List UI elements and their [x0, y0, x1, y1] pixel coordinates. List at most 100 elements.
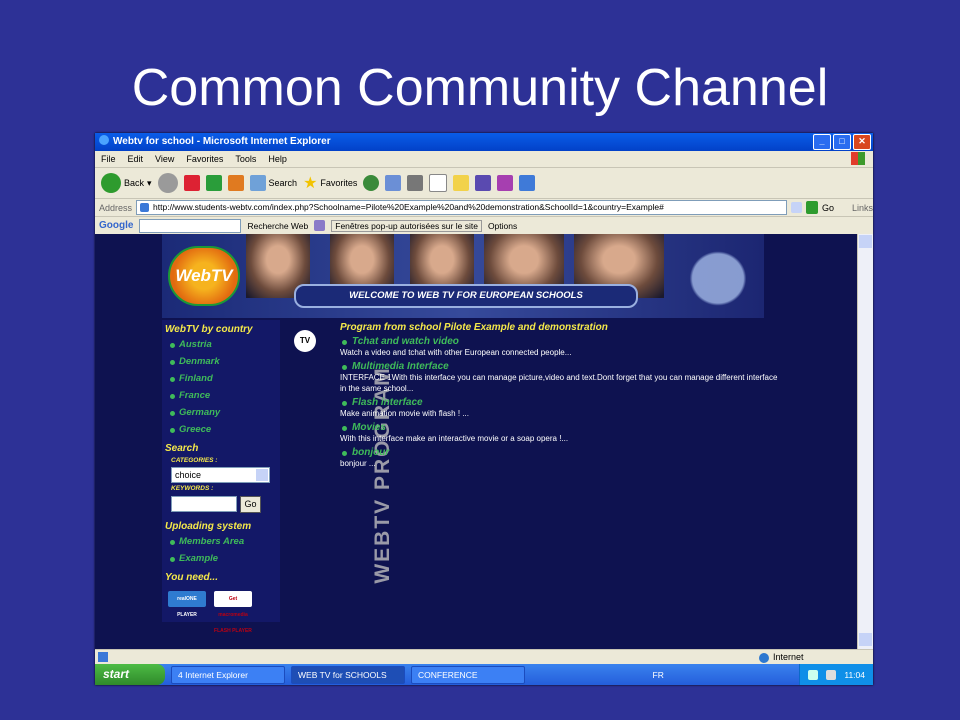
scroll-down-icon[interactable] [859, 633, 872, 646]
links-button[interactable]: Links [852, 203, 873, 213]
menu-tools[interactable]: Tools [235, 151, 256, 167]
keywords-input[interactable] [171, 496, 237, 512]
site-banner: WebTV WELCOME TO WEB TV FOR EUROPEAN SCH… [162, 234, 764, 318]
toolbar: Back ▾ Search ★ Favorites [95, 168, 873, 199]
program-item-desc: INTERFACE 1With this interface you can m… [340, 373, 778, 393]
sidebar-heading-uploading: Uploading system [165, 521, 252, 532]
menu-edit[interactable]: Edit [128, 151, 144, 167]
google-logo[interactable]: Google [99, 220, 133, 231]
sidebar-item-finland[interactable]: Finland [162, 371, 280, 388]
sidebar-heading-you-need: You need... [165, 572, 218, 583]
status-bar: Internet [95, 649, 873, 665]
sidebar-item-france[interactable]: France [162, 388, 280, 405]
categories-label: CATEGORIES : [171, 457, 218, 464]
go-button[interactable]: Go [822, 203, 834, 213]
menu-bar: File Edit View Favorites Tools Help [95, 151, 873, 168]
messenger-icon[interactable] [497, 175, 514, 191]
program-item-desc: Watch a video and tchat with other Europ… [340, 348, 572, 357]
address-bar: Address http://www.students-webtv.com/in… [95, 199, 873, 217]
address-dropdown-icon[interactable] [791, 202, 802, 213]
back-arrow-icon [101, 173, 121, 193]
sidebar-item-austria[interactable]: Austria [162, 337, 280, 354]
back-button[interactable]: Back ▾ [101, 173, 152, 193]
folder-icon[interactable] [453, 175, 470, 191]
research-icon[interactable] [475, 175, 492, 191]
home-icon[interactable] [227, 175, 244, 191]
popup-blocker-button[interactable]: Fenêtres pop-up autorisées sur le site [331, 219, 482, 232]
scroll-up-icon[interactable] [859, 235, 872, 248]
address-input[interactable]: http://www.students-webtv.com/index.php?… [136, 200, 788, 215]
menu-help[interactable]: Help [268, 151, 287, 167]
address-label: Address [99, 202, 133, 213]
start-button[interactable]: start [95, 664, 165, 685]
sidebar-item-germany[interactable]: Germany [162, 405, 280, 422]
word-edit-icon[interactable] [429, 174, 448, 192]
favorites-label: Favorites [320, 178, 358, 188]
clock[interactable]: 11:04 [844, 670, 865, 680]
taskbar-webtv[interactable]: WEB TV for SCHOOLS [291, 665, 405, 684]
minimize-button[interactable]: _ [813, 134, 831, 150]
vertical-scrollbar[interactable] [857, 234, 873, 649]
search-icon [249, 175, 266, 191]
search-go-button[interactable]: Go [240, 496, 261, 513]
menu-favorites[interactable]: Favorites [186, 151, 223, 167]
go-arrow-icon[interactable] [805, 201, 818, 214]
volume-icon[interactable] [826, 669, 837, 680]
ie-logo-icon [99, 135, 109, 145]
program-content: Program from school Pilote Example and d… [340, 322, 780, 472]
webtv-logo[interactable]: WebTV [168, 246, 240, 306]
internet-zone-icon [759, 653, 769, 663]
europe-map-image [678, 240, 758, 310]
window-titlebar[interactable]: Webtv for school - Microsoft Internet Ex… [95, 133, 873, 151]
forward-arrow-icon[interactable] [157, 173, 178, 193]
flash-player-badge[interactable]: Get macromedia FLASH PLAYER [214, 591, 252, 634]
maximize-button[interactable]: □ [833, 134, 851, 150]
taskbar-conference[interactable]: CONFERENCE [411, 665, 525, 684]
language-indicator[interactable]: FR [653, 670, 664, 680]
sidebar-item-example[interactable]: Example [162, 551, 280, 568]
favorites-button[interactable]: ★ Favorites [303, 173, 357, 193]
system-tray: 11:04 [799, 664, 873, 685]
browser-window: Webtv for school - Microsoft Internet Ex… [95, 133, 873, 685]
page-status-icon [98, 652, 108, 662]
google-search-web-button[interactable]: Recherche Web [247, 221, 308, 231]
stop-icon[interactable] [183, 175, 200, 191]
program-title: Program from school Pilote Example and d… [340, 322, 608, 333]
users-icon[interactable] [519, 175, 536, 191]
windows-taskbar: start 4 Internet Explorer WEB TV for SCH… [95, 664, 873, 685]
search-button[interactable]: Search [249, 175, 298, 191]
chevron-down-icon [256, 469, 268, 481]
program-item-movies[interactable]: Movies [340, 422, 780, 433]
options-button[interactable]: Options [488, 221, 517, 231]
category-select-value: choice [175, 470, 202, 480]
network-icon[interactable] [808, 669, 819, 680]
sidebar-item-greece[interactable]: Greece [162, 422, 280, 439]
windows-flag-icon [851, 152, 865, 165]
welcome-banner-text: WELCOME TO WEB TV FOR EUROPEAN SCHOOLS [294, 284, 638, 308]
keywords-label: KEYWORDS : [171, 485, 214, 492]
page-info-icon[interactable] [314, 220, 326, 231]
status-zone: Internet [773, 652, 804, 662]
close-button[interactable]: ✕ [853, 134, 871, 150]
page-viewport: WebTV WELCOME TO WEB TV FOR EUROPEAN SCH… [95, 234, 858, 649]
google-search-input[interactable] [139, 218, 242, 233]
category-select[interactable]: choice [171, 467, 270, 483]
mail-icon[interactable] [385, 175, 402, 191]
program-item-bonjour[interactable]: bonjour [340, 447, 780, 458]
sidebar-item-denmark[interactable]: Denmark [162, 354, 280, 371]
taskbar-ie-group[interactable]: 4 Internet Explorer [171, 665, 285, 684]
sidebar-item-members-area[interactable]: Members Area [162, 534, 280, 551]
history-icon[interactable] [363, 175, 380, 191]
program-item-tchat[interactable]: Tchat and watch video [340, 336, 780, 347]
print-icon[interactable] [407, 175, 424, 191]
refresh-icon[interactable] [205, 175, 222, 191]
program-item-flash[interactable]: Flash interface [340, 397, 780, 408]
slide-title: Common Community Channel [131, 59, 829, 117]
menu-view[interactable]: View [155, 151, 174, 167]
realone-player-badge[interactable]: realONE PLAYER [168, 591, 206, 618]
site-sidebar: WebTV by country Austria Denmark Finland… [162, 320, 280, 634]
search-label: Search [268, 178, 298, 188]
menu-file[interactable]: File [101, 151, 116, 167]
program-item-multimedia[interactable]: Multimedia Interface [340, 361, 780, 372]
sidebar-heading-country: WebTV by country [165, 324, 253, 335]
